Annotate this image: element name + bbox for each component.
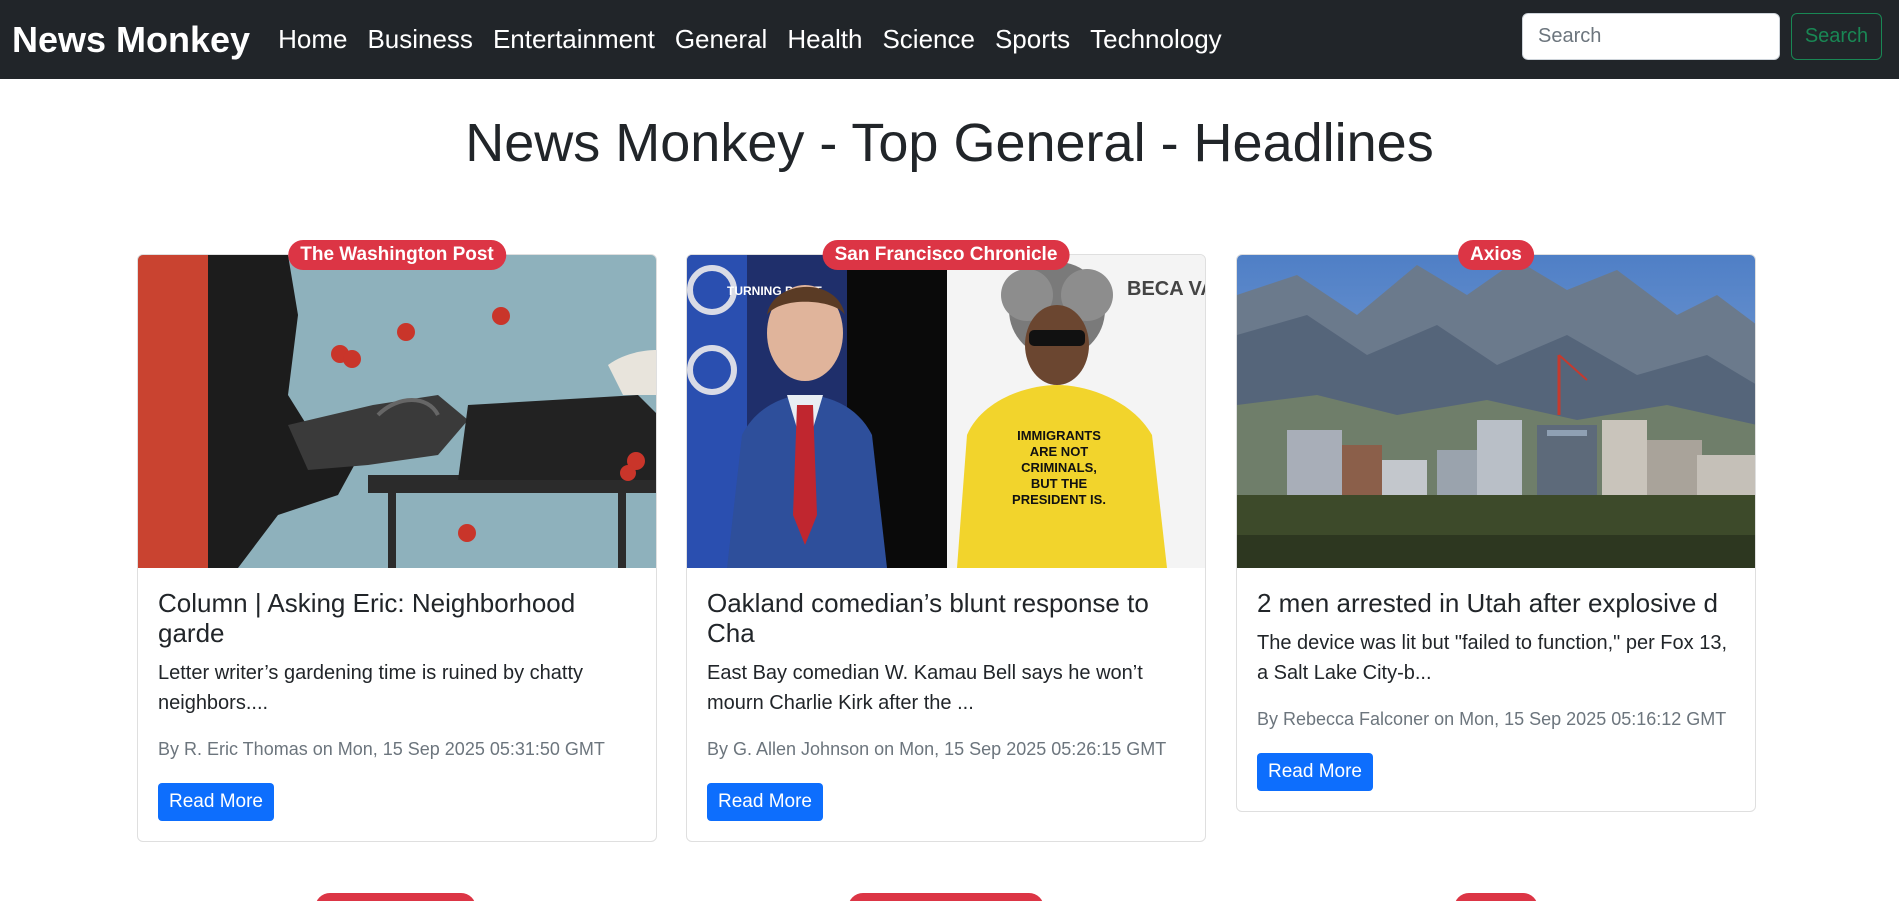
card-body: Column | Asking Eric: Neighborhood garde… [138, 568, 656, 841]
source-badge: The Washington Post [288, 240, 506, 270]
article-image [1237, 255, 1755, 568]
card-body: 2 men arrested in Utah after explosive d… [1237, 568, 1755, 811]
article-description: The device was lit but "failed to functi… [1257, 632, 1727, 684]
news-card: San Francisco Chronicle TURNING POINT BE… [686, 240, 1206, 842]
shirt-text: IMMIGRANTS [1017, 428, 1101, 443]
svg-text:PRESIDENT IS.: PRESIDENT IS. [1012, 492, 1106, 507]
nav-link-sports[interactable]: Sports [995, 24, 1070, 55]
nav-link-general[interactable]: General [675, 24, 768, 55]
article-description: Letter writer’s gardening time is ruined… [158, 662, 584, 714]
nav-link-home[interactable]: Home [278, 24, 347, 55]
source-badge-partial [1454, 893, 1538, 901]
source-badge: Axios [1458, 240, 1534, 270]
page-title: News Monkey - Top General - Headlines [465, 113, 1434, 173]
nav-link-entertainment[interactable]: Entertainment [493, 24, 655, 55]
search-button[interactable]: Search [1791, 13, 1882, 60]
search-input[interactable] [1522, 13, 1780, 60]
source-badge-partial [315, 893, 476, 901]
article-title: Oakland comedian’s blunt response to Cha [707, 588, 1149, 648]
source-badge-partial [848, 893, 1044, 901]
svg-text:CRIMINALS,: CRIMINALS, [1021, 460, 1097, 475]
article-meta: By Rebecca Falconer on Mon, 15 Sep 2025 … [1257, 709, 1727, 729]
article-image [138, 255, 656, 568]
read-more-button[interactable]: Read More [707, 783, 823, 821]
article-description: East Bay comedian W. Kamau Bell says he … [707, 662, 1143, 714]
article-meta: By R. Eric Thomas on Mon, 15 Sep 2025 05… [158, 739, 605, 759]
nav-link-technology[interactable]: Technology [1090, 24, 1222, 55]
search-form: Search [1522, 13, 1882, 60]
news-card: Axios 2 men arrested in Utah after explo… [1236, 240, 1756, 812]
article-title: Column | Asking Eric: Neighborhood garde [158, 588, 576, 648]
nav-link-health[interactable]: Health [787, 24, 862, 55]
svg-text:ARE NOT: ARE NOT [1030, 444, 1089, 459]
backdrop-text: BECA VAL [1127, 278, 1205, 300]
brand-logo[interactable]: News Monkey [12, 19, 250, 61]
article-meta: By G. Allen Johnson on Mon, 15 Sep 2025 … [707, 739, 1167, 759]
card-body: Oakland comedian’s blunt response to Cha… [687, 568, 1205, 841]
read-more-button[interactable]: Read More [158, 783, 274, 821]
svg-text:BUT THE: BUT THE [1031, 476, 1088, 491]
nav-links: Home Business Entertainment General Heal… [268, 24, 1232, 55]
news-card: The Washington Post Column | Asking Eric… [137, 240, 657, 842]
article-image: TURNING POINT BECA VAL IMMIGRANTS ARE NO… [687, 255, 1205, 568]
source-badge: San Francisco Chronicle [822, 240, 1070, 270]
article-title: 2 men arrested in Utah after explosive d [1257, 588, 1719, 618]
read-more-button[interactable]: Read More [1257, 753, 1373, 791]
navbar: News Monkey Home Business Entertainment … [0, 0, 1899, 79]
nav-link-business[interactable]: Business [367, 24, 473, 55]
nav-link-science[interactable]: Science [882, 24, 975, 55]
